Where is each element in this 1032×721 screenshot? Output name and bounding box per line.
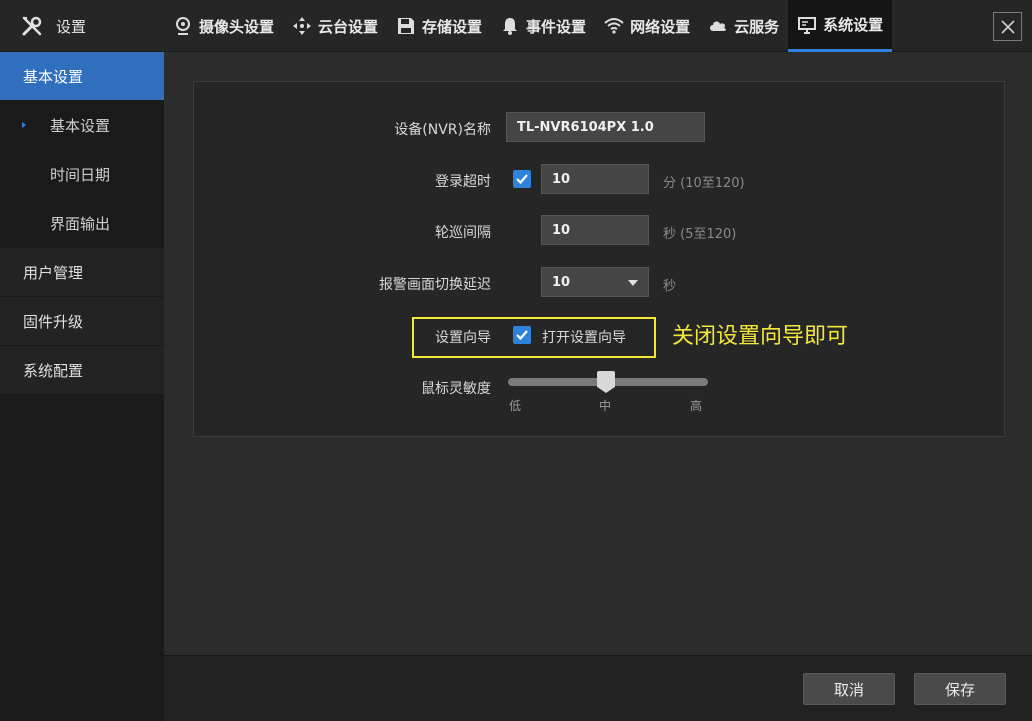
wizard-option-label: 打开设置向导 (542, 330, 626, 346)
sidebar-subitem-basic[interactable]: 基本设置 (0, 101, 164, 150)
selected-arrow-icon (22, 122, 26, 128)
tab-event-settings[interactable]: 事件设置 (491, 0, 595, 52)
sidebar-subitem-display-output[interactable]: 界面输出 (0, 199, 164, 248)
main-tabs: 摄像头设置 云台设置 存储设置 事件设置 网络设置 云服务 系统设置 (164, 0, 893, 52)
tab-label: 摄像头设置 (199, 17, 275, 36)
alarm-delay-label: 报警画面切换延迟 (379, 277, 491, 293)
tab-label: 系统设置 (823, 16, 884, 34)
tab-ptz-settings[interactable]: 云台设置 (283, 0, 387, 52)
camera-icon (176, 17, 190, 35)
patrol-interval-hint: 秒 (5至120) (663, 227, 737, 242)
sidebar-item-user-management[interactable]: 用户管理 (0, 248, 164, 297)
cancel-button[interactable]: 取消 (803, 673, 895, 705)
close-button[interactable] (993, 12, 1022, 41)
tab-label: 云台设置 (318, 17, 379, 36)
top-bar: 设置 摄像头设置 云台设置 存储设置 事件设置 网络设置 云服务 系统设置 (0, 0, 1032, 52)
tab-label: 云服务 (734, 17, 780, 36)
slider-tick-high: 高 (690, 399, 703, 413)
tab-label: 事件设置 (526, 17, 587, 36)
device-name-input[interactable]: TL-NVR6104PX 1.0 (506, 112, 705, 142)
tab-camera-settings[interactable]: 摄像头设置 (164, 0, 283, 52)
monitor-icon (798, 16, 817, 34)
sidebar-item-firmware-upgrade[interactable]: 固件升级 (0, 297, 164, 346)
footer-bar (164, 655, 1032, 721)
login-timeout-checkbox[interactable] (513, 170, 531, 188)
sidebar-subitem-date-time[interactable]: 时间日期 (0, 150, 164, 199)
checkmark-icon (516, 174, 528, 185)
mouse-sensitivity-label: 鼠标灵敏度 (421, 381, 491, 397)
tools-icon (22, 16, 42, 36)
device-name-label: 设备(NVR)名称 (394, 122, 491, 138)
slider-tick-low: 低 (509, 399, 522, 413)
chevron-down-icon (628, 280, 638, 286)
app-title: 设置 (56, 17, 87, 36)
tab-cloud-service[interactable]: 云服务 (699, 0, 788, 52)
save-icon (398, 18, 415, 34)
login-timeout-hint: 分 (10至120) (663, 176, 745, 191)
patrol-interval-label: 轮巡间隔 (435, 225, 491, 241)
checkmark-icon (516, 330, 528, 341)
cloud-icon (710, 21, 726, 31)
login-timeout-input[interactable]: 10 (541, 164, 649, 194)
wifi-icon (604, 18, 624, 34)
app-brand: 设置 (0, 0, 164, 52)
tab-label: 存储设置 (422, 17, 483, 36)
wizard-checkbox[interactable] (513, 326, 531, 344)
tab-system-settings[interactable]: 系统设置 (788, 0, 893, 52)
alarm-delay-value: 10 (552, 274, 571, 290)
slider-tick-mid: 中 (599, 399, 612, 413)
tab-label: 网络设置 (630, 17, 691, 36)
patrol-interval-input[interactable]: 10 (541, 215, 649, 245)
close-icon (1000, 19, 1015, 34)
wizard-label: 设置向导 (435, 330, 491, 346)
login-timeout-label: 登录超时 (435, 174, 491, 190)
sidebar-empty-area (0, 395, 164, 721)
sidebar-subitem-label: 基本设置 (50, 117, 111, 135)
sidebar-item-system-config[interactable]: 系统配置 (0, 346, 164, 395)
ptz-icon (293, 17, 312, 35)
alarm-delay-select[interactable]: 10 (541, 267, 649, 297)
sidebar-subitem-label: 界面输出 (50, 215, 111, 233)
tab-storage-settings[interactable]: 存储设置 (387, 0, 491, 52)
tab-network-settings[interactable]: 网络设置 (595, 0, 699, 52)
sidebar: 基本设置 基本设置 时间日期 界面输出 用户管理 固件升级 系统配置 (0, 52, 164, 721)
alarm-delay-unit: 秒 (663, 279, 677, 294)
save-button[interactable]: 保存 (914, 673, 1006, 705)
bell-icon (503, 18, 518, 35)
annotation-text: 关闭设置向导即可 (672, 324, 849, 349)
sidebar-item-basic-settings[interactable]: 基本设置 (0, 52, 164, 101)
sidebar-subitem-label: 时间日期 (50, 166, 111, 184)
